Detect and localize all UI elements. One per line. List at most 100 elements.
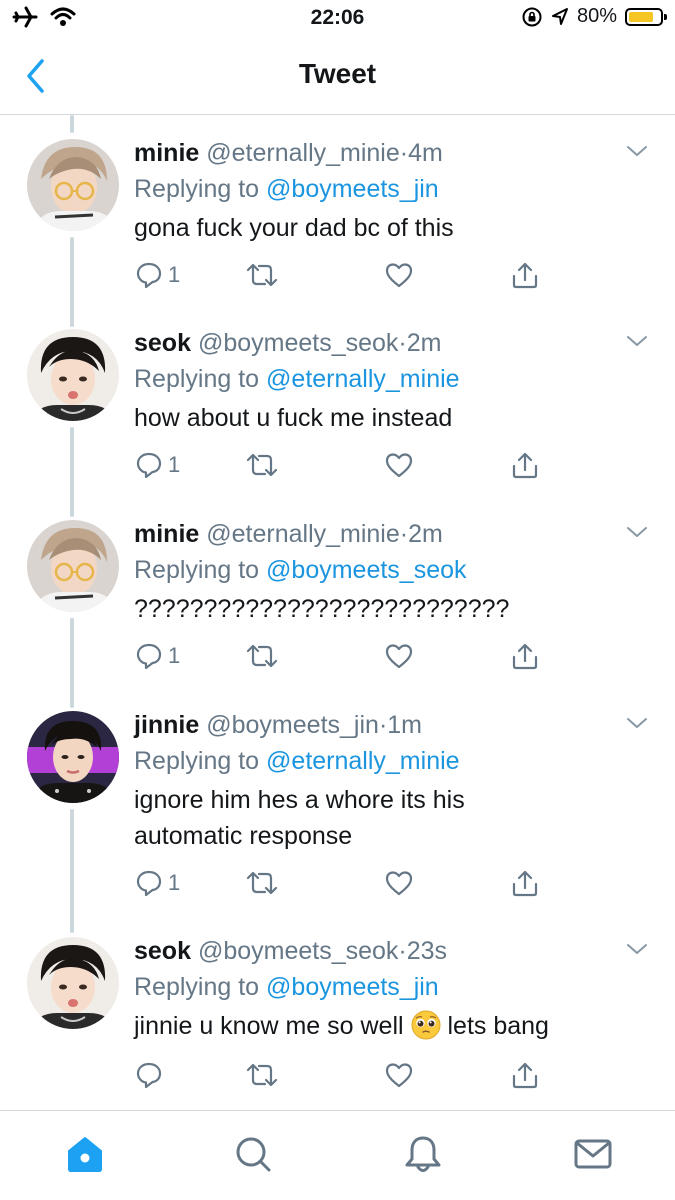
retweet-button[interactable]	[244, 865, 280, 901]
tweet-text: how about u fuck me instead	[134, 404, 453, 432]
separator-dot: ·	[398, 329, 407, 357]
retweet-icon	[246, 263, 278, 287]
like-button[interactable]	[384, 257, 414, 293]
reply-icon	[136, 870, 162, 897]
replying-to-link[interactable]: @eternally_minie	[266, 747, 460, 775]
share-button[interactable]	[510, 638, 540, 674]
tweet-header: jinnie @boymeets_jin·1m	[134, 707, 624, 743]
reply-button[interactable]: 1	[134, 865, 180, 901]
tweet-header: minie @eternally_minie·2m	[134, 516, 624, 552]
reply-count: 1	[168, 262, 181, 287]
tab-home[interactable]	[64, 1133, 106, 1175]
tweet-thread: minie @eternally_minie·4m Replying to @b…	[0, 115, 675, 1110]
separator-dot: ·	[398, 937, 407, 965]
timestamp[interactable]: 23s	[407, 937, 447, 965]
handle[interactable]: @boymeets_seok	[198, 937, 398, 965]
display-name[interactable]: seok	[134, 329, 191, 357]
like-button[interactable]	[384, 1057, 414, 1093]
retweet-icon	[246, 1063, 278, 1087]
mail-icon	[574, 1139, 612, 1169]
replying-to-link[interactable]: @boymeets_jin	[266, 973, 439, 1001]
replying-to-link[interactable]: @boymeets_seok	[266, 556, 466, 584]
heart-icon	[385, 1063, 413, 1088]
tweet-text-line: ignore him hes a whore its his	[134, 786, 465, 814]
tweet[interactable]: jinnie @boymeets_jin·1m Replying to @ete…	[0, 687, 675, 913]
battery-cap	[664, 13, 667, 20]
chevron-down-icon[interactable]	[625, 141, 649, 161]
reply-icon	[136, 643, 162, 670]
handle[interactable]: @boymeets_jin	[206, 711, 379, 739]
separator-dot: ·	[399, 520, 409, 548]
tweet-body: seok @boymeets_seok·2m Replying to @eter…	[134, 325, 624, 436]
replying-to-prefix: Replying to	[134, 973, 260, 1001]
search-icon	[236, 1137, 271, 1172]
heart-icon	[385, 871, 413, 896]
home-icon	[68, 1137, 102, 1172]
retweet-icon	[246, 453, 278, 477]
avatar[interactable]	[27, 937, 119, 1029]
reply-count: 1	[168, 452, 181, 477]
location-arrow-icon	[551, 7, 568, 25]
chevron-down-icon[interactable]	[625, 939, 649, 959]
share-icon	[512, 643, 538, 670]
avatar[interactable]	[27, 520, 119, 612]
tweet[interactable]: minie @eternally_minie·2m Replying to @b…	[0, 496, 675, 687]
tweet-text-line: automatic response	[134, 822, 353, 850]
display-name[interactable]: minie	[134, 139, 199, 167]
tab-notifications[interactable]	[402, 1133, 444, 1175]
tweet[interactable]: minie @eternally_minie·4m Replying to @b…	[0, 115, 675, 305]
retweet-button[interactable]	[244, 1057, 280, 1093]
chevron-down-icon[interactable]	[625, 713, 649, 733]
chevron-down-icon[interactable]	[625, 522, 649, 542]
like-button[interactable]	[384, 447, 414, 483]
bell-icon	[405, 1136, 441, 1172]
replying-to-link[interactable]: @eternally_minie	[266, 365, 460, 393]
tab-messages[interactable]	[572, 1133, 614, 1175]
replying-to-prefix: Replying to	[134, 556, 260, 584]
reply-button[interactable]: 1	[134, 638, 180, 674]
handle[interactable]: @eternally_minie	[206, 520, 400, 548]
tab-search[interactable]	[232, 1133, 274, 1175]
timestamp[interactable]: 1m	[387, 711, 422, 739]
replying-to-prefix: Replying to	[134, 365, 260, 393]
avatar[interactable]	[27, 139, 119, 231]
retweet-icon	[246, 644, 278, 668]
replying-to: Replying to @boymeets_jin	[134, 969, 624, 1005]
tweet-text-part: jinnie u know me so well	[134, 1012, 404, 1040]
orientation-lock-icon	[522, 7, 542, 26]
retweet-button[interactable]	[244, 638, 280, 674]
share-icon	[512, 452, 538, 479]
retweet-button[interactable]	[244, 257, 280, 293]
timestamp[interactable]: 4m	[408, 139, 443, 167]
reply-button[interactable]: 1	[134, 447, 180, 483]
tweet-actions: 1	[134, 447, 554, 487]
handle[interactable]: @eternally_minie	[206, 139, 400, 167]
tweet[interactable]: seok @boymeets_seok·23s Replying to @boy…	[0, 913, 675, 1110]
display-name[interactable]: jinnie	[134, 711, 199, 739]
timestamp[interactable]: 2m	[407, 329, 442, 357]
display-name[interactable]: seok	[134, 937, 191, 965]
like-button[interactable]	[384, 865, 414, 901]
share-button[interactable]	[510, 865, 540, 901]
reply-button[interactable]: 1	[134, 257, 180, 293]
share-button[interactable]	[510, 447, 540, 483]
battery-percent: 80%	[576, 5, 617, 27]
retweet-button[interactable]	[244, 447, 280, 483]
handle[interactable]: @boymeets_seok	[198, 329, 398, 357]
replying-to: Replying to @eternally_minie	[134, 361, 624, 397]
heart-icon	[385, 263, 413, 288]
display-name[interactable]: minie	[134, 520, 199, 548]
avatar[interactable]	[27, 329, 119, 421]
timestamp[interactable]: 2m	[408, 520, 443, 548]
share-button[interactable]	[510, 1057, 540, 1093]
tweet[interactable]: seok @boymeets_seok·2m Replying to @eter…	[0, 305, 675, 496]
tweet-actions	[134, 1057, 554, 1097]
replying-to-link[interactable]: @boymeets_jin	[266, 175, 439, 203]
chevron-down-icon[interactable]	[625, 331, 649, 351]
reply-button[interactable]	[134, 1057, 168, 1093]
tweet-header: minie @eternally_minie·4m	[134, 135, 624, 171]
reply-icon	[136, 452, 162, 479]
avatar[interactable]	[27, 711, 119, 803]
share-button[interactable]	[510, 257, 540, 293]
like-button[interactable]	[384, 638, 414, 674]
